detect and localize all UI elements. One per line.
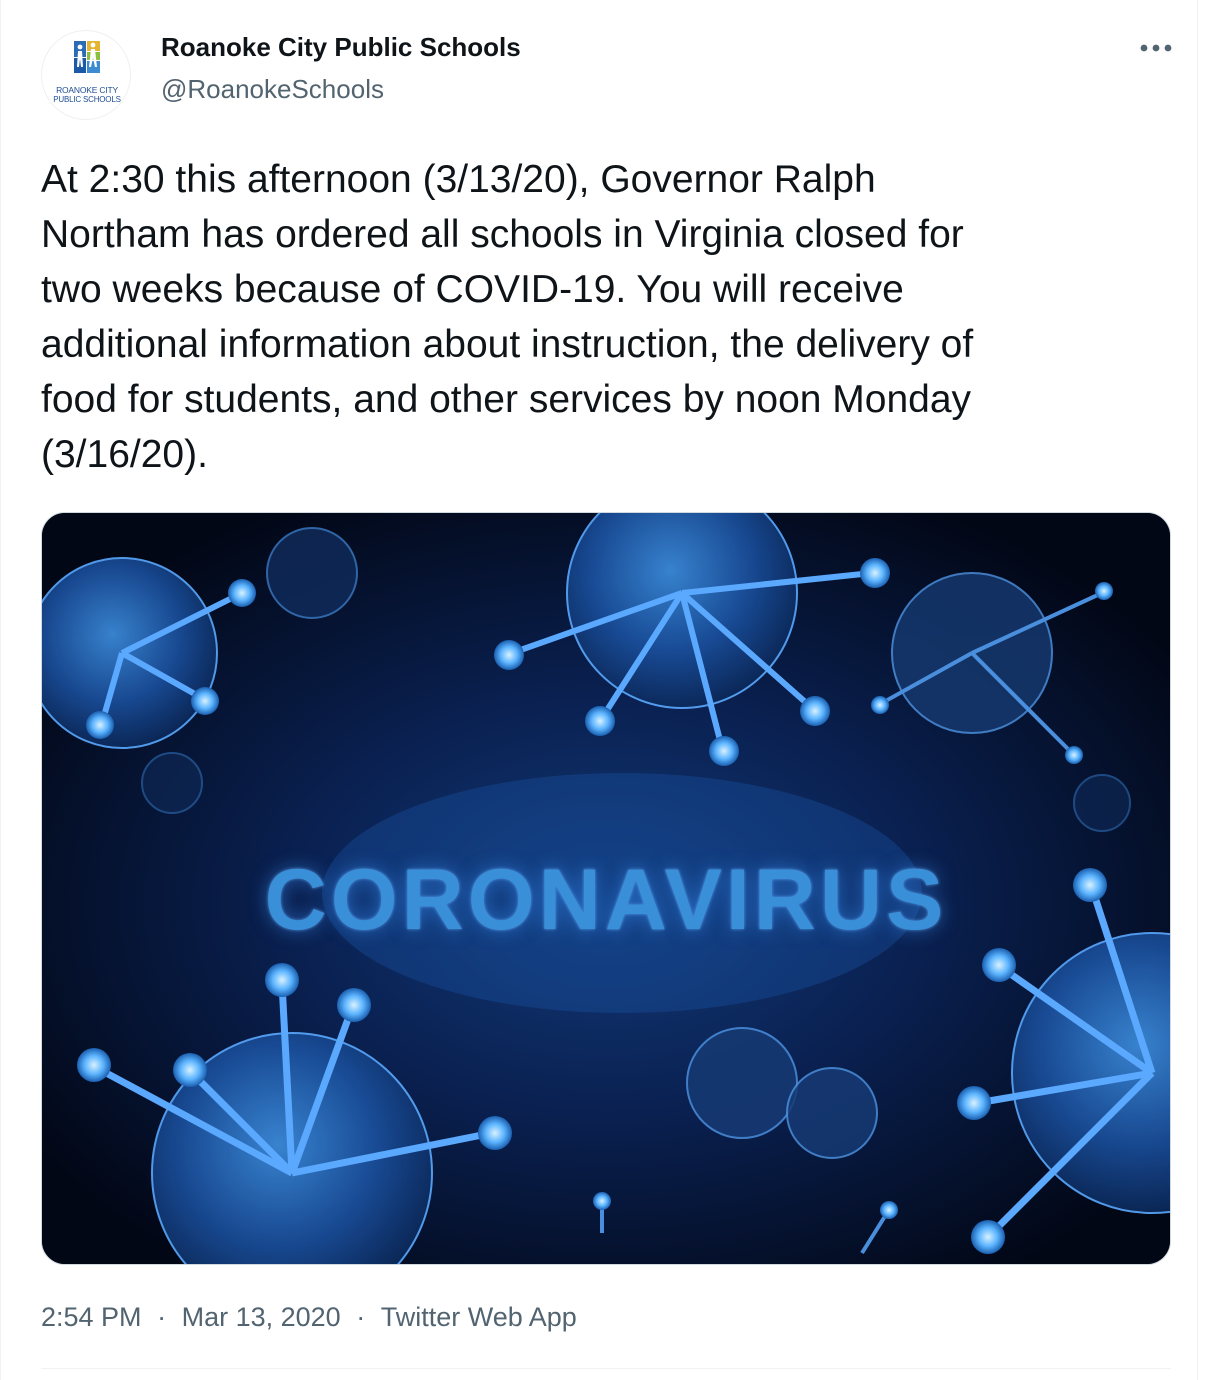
tweet-header: ROANOKE CITY PUBLIC SCHOOLS Roanoke City… (41, 30, 1181, 130)
author-name[interactable]: Roanoke City Public Schools (161, 32, 521, 63)
school-logo-icon (72, 39, 102, 75)
tweet-card: ROANOKE CITY PUBLIC SCHOOLS Roanoke City… (0, 0, 1198, 1380)
avatar[interactable]: ROANOKE CITY PUBLIC SCHOOLS (41, 30, 131, 120)
avatar-logo-line-1: ROANOKE CITY (56, 85, 118, 95)
tweet-meta: 2:54 PM · Mar 13, 2020 · Twitter Web App (41, 1302, 577, 1333)
tweet-text: At 2:30 this afternoon (3/13/20), Govern… (41, 158, 974, 476)
author-handle[interactable]: @RoanokeSchools (161, 74, 384, 105)
tweet-date[interactable]: Mar 13, 2020 (182, 1302, 341, 1333)
virus-particle (266, 527, 358, 619)
more-horizontal-icon (1140, 44, 1172, 52)
tweet-media-image[interactable]: CORONAVIRUS (41, 512, 1171, 1265)
tweet-time[interactable]: 2:54 PM (41, 1302, 142, 1333)
meta-separator: · (356, 1302, 366, 1332)
media-headline: CORONAVIRUS (264, 852, 948, 948)
meta-separator: · (157, 1302, 167, 1332)
tweet-source[interactable]: Twitter Web App (381, 1302, 577, 1333)
avatar-logo-line-2: PUBLIC SCHOOLS (53, 95, 121, 104)
more-options-button[interactable] (1131, 30, 1181, 66)
divider (41, 1368, 1171, 1369)
